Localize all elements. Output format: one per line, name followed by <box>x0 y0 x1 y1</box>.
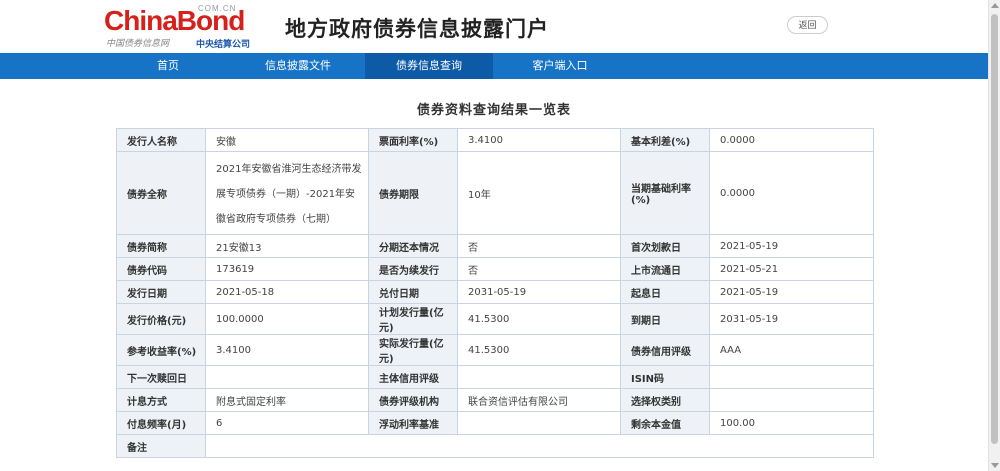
label-next-call-date: 下一次赎回日 <box>116 365 206 389</box>
value-term: 10年 <box>457 151 621 235</box>
value-issue-date: 2021-05-18 <box>205 280 369 304</box>
nav-item-bond-query[interactable]: 债券信息查询 <box>365 53 493 79</box>
nav-item-client-entry[interactable]: 客户端入口 <box>508 53 612 79</box>
label-maturity-date: 到期日 <box>620 303 710 335</box>
table-row: 备注 <box>116 434 874 458</box>
value-bond-rating: AAA <box>709 334 874 366</box>
bond-info-table: 发行人名称 安徽 票面利率(%) 3.4100 基本利差(%) 0.0000 债… <box>116 128 874 458</box>
table-row: 计息方式 附息式固定利率 债券评级机构 联合资信评估有限公司 选择权类别 <box>116 388 874 412</box>
value-actual-amount: 41.5300 <box>457 334 621 366</box>
table-row: 债券全称 2021年安徽省淮河生态经济带发展专项债券（一期）-2021年安徽省政… <box>116 151 874 235</box>
table-row: 付息频率(月) 6 浮动利率基准 剩余本金值 100.00 <box>116 411 874 435</box>
value-next-call-date <box>205 365 369 389</box>
value-redemption-date: 2031-05-19 <box>457 280 621 304</box>
value-first-payment-date: 2021-05-19 <box>709 234 874 258</box>
value-rating-agency: 联合资信评估有限公司 <box>457 388 621 412</box>
label-option-type: 选择权类别 <box>620 388 710 412</box>
label-actual-amount: 实际发行量(亿元) <box>368 334 458 366</box>
label-issue-price: 发行价格(元) <box>116 303 206 335</box>
table-row: 发行价格(元) 100.0000 计划发行量(亿元) 41.5300 到期日 2… <box>116 303 874 335</box>
value-base-spread: 0.0000 <box>709 128 874 152</box>
label-reference-yield: 参考收益率(%) <box>116 334 206 366</box>
value-isin <box>709 365 874 389</box>
logo-tagline-right: 中央结算公司 <box>196 40 251 50</box>
table-row: 债券代码 173619 是否为续发行 否 上市流通日 2021-05-21 <box>116 257 874 281</box>
logo-domain: COM.CN <box>198 4 237 13</box>
value-issuer: 安徽 <box>205 128 369 152</box>
site-title: 地方政府债券信息披露门户 <box>285 17 549 41</box>
value-amortization: 否 <box>457 234 621 258</box>
value-short-name: 21安徽13 <box>205 234 369 258</box>
value-issuer-rating <box>457 365 621 389</box>
value-coupon-rate: 3.4100 <box>457 128 621 152</box>
scroll-up-icon[interactable] <box>991 3 999 8</box>
label-issue-date: 发行日期 <box>116 280 206 304</box>
site-header: ChinaBond COM.CN 中国债券信息网 中央结算公司 地方政府债券信息… <box>0 0 988 53</box>
page-title: 债券资料查询结果一览表 <box>416 103 571 118</box>
value-reissue: 否 <box>457 257 621 281</box>
label-issuer: 发行人名称 <box>116 128 206 152</box>
nav-item-home[interactable]: 首页 <box>118 53 218 79</box>
label-listing-date: 上市流通日 <box>620 257 710 281</box>
value-reference-yield: 3.4100 <box>205 334 369 366</box>
label-remaining-principal: 剩余本金值 <box>620 411 710 435</box>
table-row: 下一次赎回日 主体信用评级 ISIN码 <box>116 365 874 389</box>
label-first-payment-date: 首次划款日 <box>620 234 710 258</box>
value-planned-amount: 41.5300 <box>457 303 621 335</box>
value-bond-code: 173619 <box>205 257 369 281</box>
value-payment-frequency: 6 <box>205 411 369 435</box>
value-interest-method: 附息式固定利率 <box>205 388 369 412</box>
scroll-down-icon[interactable] <box>991 463 999 468</box>
table-row: 债券简称 21安徽13 分期还本情况 否 首次划款日 2021-05-19 <box>116 234 874 258</box>
scroll-thumb[interactable] <box>991 14 998 444</box>
label-full-name: 债券全称 <box>116 151 206 235</box>
label-term: 债券期限 <box>368 151 458 235</box>
label-remarks: 备注 <box>116 434 206 458</box>
value-maturity-date: 2031-05-19 <box>709 303 874 335</box>
main-nav: 首页 信息披露文件 债券信息查询 客户端入口 <box>0 53 988 79</box>
table-row: 参考收益率(%) 3.4100 实际发行量(亿元) 41.5300 债券信用评级… <box>116 334 874 366</box>
value-full-name: 2021年安徽省淮河生态经济带发展专项债券（一期）-2021年安徽省政府专项债券… <box>205 151 369 235</box>
back-button[interactable]: 返回 <box>787 16 828 34</box>
value-option-type <box>709 388 874 412</box>
label-issuer-rating: 主体信用评级 <box>368 365 458 389</box>
table-row: 发行人名称 安徽 票面利率(%) 3.4100 基本利差(%) 0.0000 <box>116 128 874 152</box>
value-floating-benchmark <box>457 411 621 435</box>
label-base-spread: 基本利差(%) <box>620 128 710 152</box>
label-interest-method: 计息方式 <box>116 388 206 412</box>
value-remarks <box>205 434 874 458</box>
label-base-rate: 当期基础利率(%) <box>620 151 710 235</box>
label-coupon-rate: 票面利率(%) <box>368 128 458 152</box>
value-issue-price: 100.0000 <box>205 303 369 335</box>
value-listing-date: 2021-05-21 <box>709 257 874 281</box>
label-reissue: 是否为续发行 <box>368 257 458 281</box>
label-bond-rating: 债券信用评级 <box>620 334 710 366</box>
label-floating-benchmark: 浮动利率基准 <box>368 411 458 435</box>
value-value-date: 2021-05-19 <box>709 280 874 304</box>
chinabond-logo[interactable]: ChinaBond COM.CN 中国债券信息网 中央结算公司 <box>104 4 254 50</box>
label-rating-agency: 债券评级机构 <box>368 388 458 412</box>
logo-tagline-left: 中国债券信息网 <box>106 39 170 49</box>
label-short-name: 债券简称 <box>116 234 206 258</box>
label-amortization: 分期还本情况 <box>368 234 458 258</box>
page-scrollbar[interactable] <box>988 0 1000 471</box>
value-remaining-principal: 100.00 <box>709 411 874 435</box>
table-row: 发行日期 2021-05-18 兑付日期 2031-05-19 起息日 2021… <box>116 280 874 304</box>
label-bond-code: 债券代码 <box>116 257 206 281</box>
label-planned-amount: 计划发行量(亿元) <box>368 303 458 335</box>
value-base-rate: 0.0000 <box>709 151 874 235</box>
label-payment-frequency: 付息频率(月) <box>116 411 206 435</box>
label-redemption-date: 兑付日期 <box>368 280 458 304</box>
label-isin: ISIN码 <box>620 365 710 389</box>
label-value-date: 起息日 <box>620 280 710 304</box>
nav-item-disclosure-docs[interactable]: 信息披露文件 <box>238 53 358 79</box>
